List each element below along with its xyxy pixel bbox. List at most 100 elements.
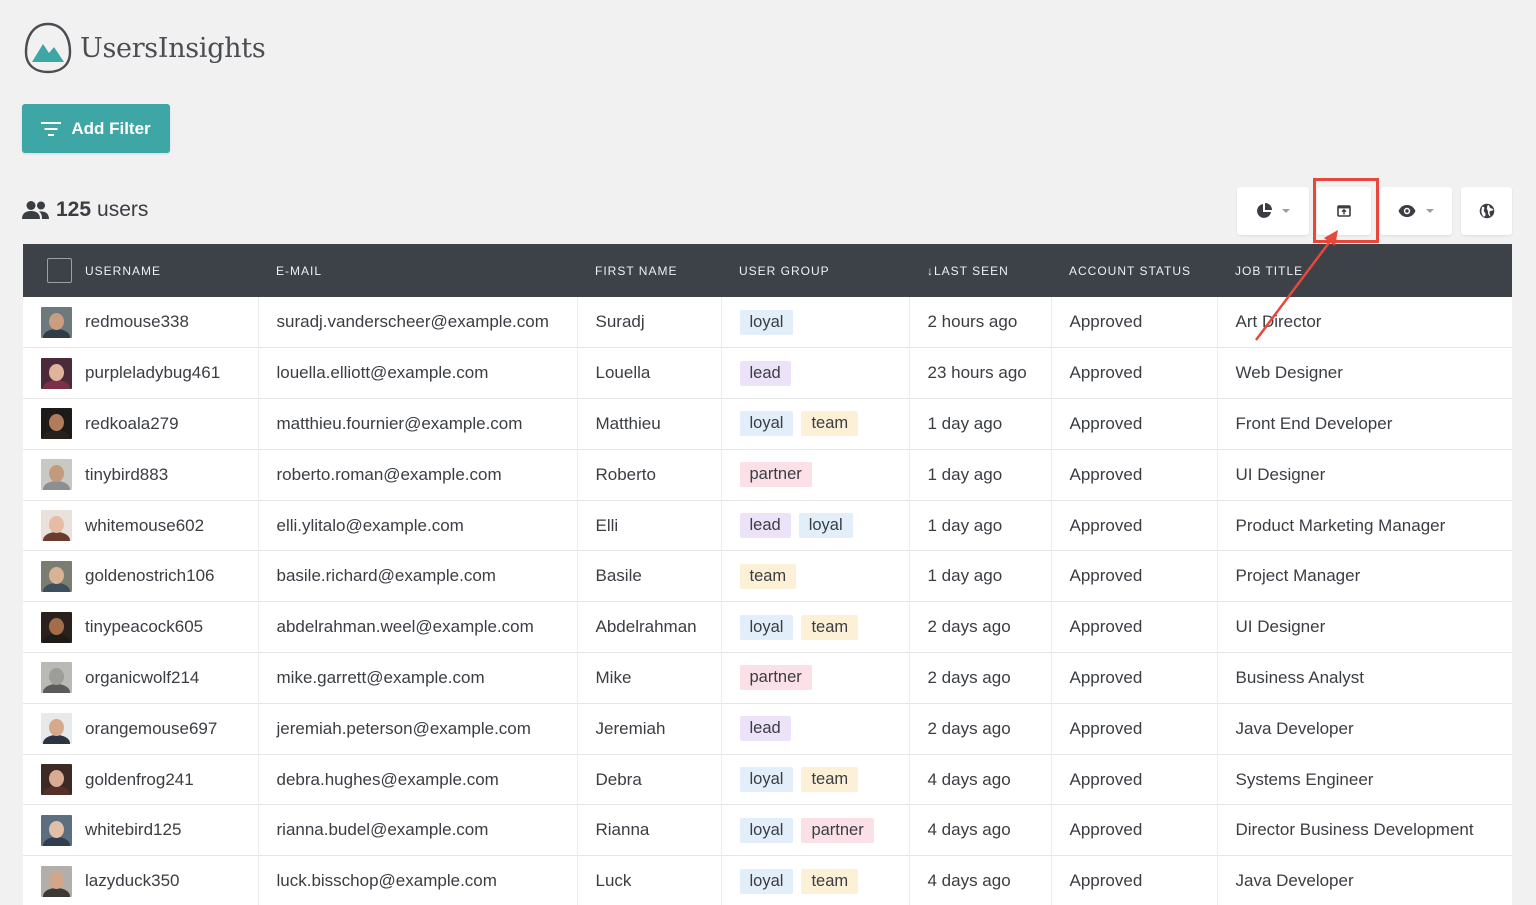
logo-mountain-icon — [24, 22, 72, 74]
user-group-tag[interactable]: loyal — [739, 309, 794, 335]
table-row[interactable]: organicwolf214 mike.garrett@example.com Mi… — [23, 652, 1512, 704]
cell-username: organicwolf214 — [23, 652, 259, 704]
cell-email: luck.bisschop@example.com — [258, 855, 578, 905]
table-row[interactable]: whitemouse602 elli.ylitalo@example.com Ell… — [23, 500, 1512, 551]
column-header-username[interactable]: Username — [23, 244, 258, 297]
table-row[interactable]: purpleladybug461 louella.elliott@example.… — [23, 347, 1512, 399]
filter-lines-icon — [41, 121, 62, 136]
avatar[interactable] — [41, 611, 72, 643]
table-row[interactable]: redkoala279 matthieu.fournier@example.com… — [23, 398, 1512, 450]
cell-account-status: Approved — [1051, 297, 1218, 348]
add-filter-button[interactable]: Add Filter — [22, 104, 170, 153]
username-link[interactable]: tinypeacock605 — [85, 617, 203, 637]
username-link[interactable]: purpleladybug461 — [85, 363, 220, 383]
user-group-tag[interactable]: partner — [739, 462, 812, 488]
username-link[interactable]: redmouse338 — [85, 312, 189, 332]
column-header-email[interactable]: E-mail — [258, 244, 577, 297]
username-link[interactable]: lazyduck350 — [85, 871, 180, 891]
user-group-tag[interactable]: partner — [739, 665, 812, 691]
user-group-tag[interactable]: team — [739, 563, 797, 589]
cell-first-name: Elli — [577, 500, 722, 551]
avatar[interactable] — [41, 408, 72, 440]
table-row[interactable]: orangemouse697 jeremiah.peterson@example.… — [23, 703, 1512, 755]
cell-account-status: Approved — [1051, 449, 1218, 501]
cell-user-group: lead — [721, 347, 910, 399]
username-link[interactable]: organicwolf214 — [85, 668, 199, 688]
column-header-job-title[interactable]: Job Title — [1217, 244, 1512, 297]
avatar[interactable] — [41, 357, 72, 389]
avatar[interactable] — [41, 814, 72, 846]
user-group-tag[interactable]: team — [801, 767, 859, 793]
user-group-tag[interactable]: loyal — [739, 767, 794, 793]
user-group-tag[interactable]: lead — [739, 513, 791, 539]
cell-account-status: Approved — [1051, 500, 1218, 551]
username-link[interactable]: whitemouse602 — [85, 516, 204, 536]
user-group-tag[interactable]: loyal — [739, 411, 794, 437]
user-group-tag[interactable]: team — [801, 411, 859, 437]
column-header-account-status[interactable]: Account Status — [1051, 244, 1217, 297]
username-link[interactable]: redkoala279 — [85, 414, 179, 434]
cell-user-group: partner — [721, 449, 910, 501]
cell-last-seen: 1 day ago — [909, 449, 1052, 501]
avatar[interactable] — [41, 560, 72, 592]
cell-user-group: lead — [721, 703, 910, 755]
cell-username: whitemouse602 — [23, 500, 259, 551]
cell-job-title: Java Developer — [1235, 718, 1354, 738]
username-link[interactable]: orangemouse697 — [85, 719, 217, 739]
cell-first-name: Abdelrahman — [577, 601, 722, 653]
cell-last-seen: 2 hours ago — [909, 297, 1052, 348]
username-link[interactable]: whitebird125 — [85, 820, 181, 840]
cell-job-title: UI Designer — [1235, 617, 1326, 637]
avatar[interactable] — [41, 713, 72, 745]
cell-account-status: Approved — [1051, 398, 1218, 450]
table-row[interactable]: lazyduck350 luck.bisschop@example.com Luck… — [23, 855, 1512, 905]
table-body: redmouse338 suradj.vanderscheer@example.c… — [23, 297, 1512, 905]
username-link[interactable]: goldenfrog241 — [85, 770, 194, 790]
column-header-username-label: Username — [85, 263, 162, 278]
user-group-tag[interactable]: team — [801, 614, 859, 640]
cell-user-group: loyal team — [721, 601, 910, 653]
user-group-tag[interactable]: team — [801, 868, 859, 894]
avatar[interactable] — [41, 865, 72, 897]
user-group-tag[interactable]: partner — [801, 817, 874, 843]
column-header-first-name[interactable]: First Name — [577, 244, 721, 297]
avatar[interactable] — [41, 510, 72, 542]
cell-first-name: Luck — [577, 855, 722, 905]
user-group-tag[interactable]: loyal — [739, 614, 794, 640]
column-visibility-button[interactable] — [1380, 187, 1452, 235]
table-row[interactable]: whitebird125 rianna.budel@example.com Rian… — [23, 804, 1512, 856]
column-header-user-group[interactable]: User Group — [721, 244, 909, 297]
segments-button[interactable] — [1237, 187, 1309, 235]
cell-first-name: Mike — [577, 652, 722, 704]
avatar[interactable] — [41, 459, 72, 491]
avatar[interactable] — [41, 306, 72, 338]
user-group-tag[interactable]: loyal — [739, 817, 794, 843]
user-group-tag[interactable]: loyal — [798, 513, 853, 539]
cell-email: mike.garrett@example.com — [258, 652, 578, 704]
visibility-eye-icon — [1398, 205, 1416, 217]
app-logo[interactable]: UsersInsights — [22, 22, 266, 74]
user-group-tag[interactable]: loyal — [739, 868, 794, 894]
avatar[interactable] — [41, 662, 72, 694]
globe-icon — [1479, 203, 1494, 219]
table-row[interactable]: tinypeacock605 abdelrahman.weel@example.c… — [23, 601, 1512, 653]
cell-job-title: Art Director — [1235, 312, 1322, 332]
username-link[interactable]: goldenostrich106 — [85, 566, 214, 586]
map-view-button[interactable] — [1461, 187, 1512, 235]
cell-job-title: Product Marketing Manager — [1235, 515, 1446, 535]
table-row[interactable]: goldenostrich106 basile.richard@example.c… — [23, 550, 1512, 602]
cell-username: purpleladybug461 — [23, 347, 259, 399]
export-button[interactable] — [1317, 187, 1371, 235]
cell-job-title: Director Business Development — [1235, 820, 1474, 840]
column-header-last-seen[interactable]: ↓Last Seen — [909, 244, 1051, 297]
cell-user-group: loyal partner — [721, 804, 910, 856]
table-row[interactable]: redmouse338 suradj.vanderscheer@example.c… — [23, 297, 1512, 348]
cell-email: abdelrahman.weel@example.com — [258, 601, 578, 653]
avatar[interactable] — [41, 764, 72, 796]
username-link[interactable]: tinybird883 — [85, 465, 168, 485]
table-row[interactable]: tinybird883 roberto.roman@example.com Robe… — [23, 449, 1512, 501]
user-group-tag[interactable]: lead — [739, 716, 791, 742]
table-row[interactable]: goldenfrog241 debra.hughes@example.com Deb… — [23, 754, 1512, 805]
select-all-checkbox[interactable] — [47, 258, 72, 283]
user-group-tag[interactable]: lead — [739, 360, 791, 386]
